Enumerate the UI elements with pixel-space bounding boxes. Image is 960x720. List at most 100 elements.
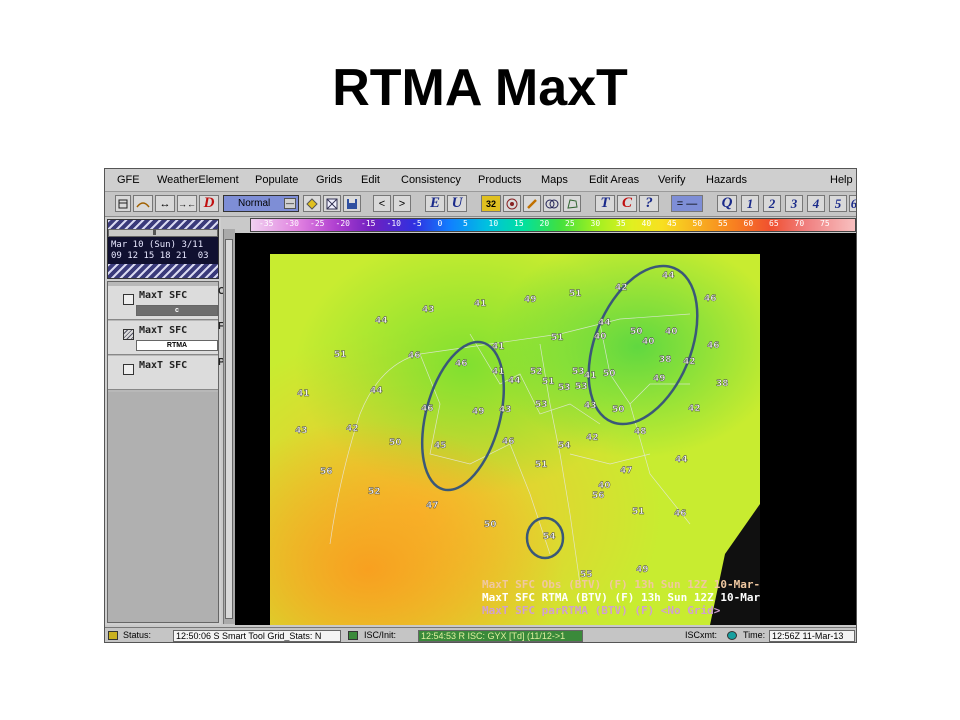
u-button[interactable]: U (447, 195, 467, 212)
grid-item-obs[interactable]: MaxT SFC c (108, 286, 218, 320)
station-value: 53 (575, 382, 588, 392)
vector-tool-button[interactable] (543, 195, 561, 212)
station-value: 48 (634, 427, 647, 437)
menu-weatherelement[interactable]: WeatherElement (157, 174, 239, 186)
isc-xmt-indicator-icon[interactable] (727, 631, 737, 640)
diamond-tool-button[interactable] (303, 195, 321, 212)
menu-grids[interactable]: Grids (316, 174, 342, 186)
t-button[interactable]: T (595, 195, 615, 212)
equals-icon: = — (676, 197, 698, 210)
menu-help[interactable]: Help (830, 174, 853, 186)
isc-init-label: ISC/Init: (364, 630, 397, 640)
preset-2-button[interactable]: 2 (763, 195, 781, 212)
grid-checkbox[interactable] (123, 294, 134, 305)
temperature-color-bar[interactable]: -35 -30 -25 -20 -15 -10 -5 0 5 10 15 20 25 30 35 40 45 50… (250, 218, 856, 232)
menu-maps[interactable]: Maps (541, 174, 568, 186)
station-value: 43 (584, 401, 597, 411)
preset-6-button[interactable]: 6 (849, 195, 856, 212)
select-tool-button[interactable] (115, 195, 131, 212)
grid-item-parrtma[interactable]: MaxT SFC (108, 356, 218, 390)
station-value: 42 (346, 424, 359, 434)
preset-5-button[interactable]: 5 (829, 195, 847, 212)
contour-tool-button[interactable] (133, 195, 153, 212)
grid-manager-panel: Mar 10 (Sun) 3/11 09 12 15 18 21 03 MaxT… (105, 217, 221, 625)
warm-region-south (270, 254, 760, 625)
menu-products[interactable]: Products (478, 174, 521, 186)
equals-select[interactable]: = — (671, 195, 703, 212)
adjust-tool-button[interactable]: →← (177, 195, 197, 212)
station-value: 47 (426, 501, 439, 511)
help-button[interactable]: ? (639, 195, 659, 212)
menu-bar: GFE WeatherElement Populate Grids Edit C… (105, 169, 856, 192)
color-bar-label: -30 (284, 219, 299, 228)
menu-populate[interactable]: Populate (255, 174, 298, 186)
crossed-circles-icon (545, 199, 559, 208)
station-value: 40 (598, 481, 611, 491)
station-value: 53 (535, 400, 548, 410)
station-value: 38 (659, 355, 672, 365)
edit-mode-value: Normal (238, 198, 271, 209)
floppy-disk-icon (347, 198, 357, 209)
station-value: 44 (598, 318, 611, 328)
scrollbar-thumb[interactable] (225, 239, 233, 619)
edit-mode-select[interactable]: Normal — (223, 195, 299, 212)
next-button[interactable]: > (393, 195, 411, 212)
menu-edit[interactable]: Edit (361, 174, 380, 186)
pencil-width-button[interactable]: 32 (481, 195, 501, 212)
pencil-tool-button[interactable] (523, 195, 541, 212)
save-button[interactable] (343, 195, 361, 212)
grid-checkbox[interactable] (123, 329, 134, 340)
station-value: 46 (421, 404, 434, 414)
lock-grid-button[interactable] (323, 195, 341, 212)
station-value: 46 (408, 351, 421, 361)
isc-init-message[interactable]: 12:54:53 R ISC: GYX [Td] (11/12->1 (418, 630, 583, 642)
grid-label: MaxT SFC (139, 290, 188, 301)
poly-tool-button[interactable] (563, 195, 581, 212)
station-value: 49 (653, 374, 666, 384)
timeline-hours: 09 12 15 18 21 03 (111, 251, 209, 261)
station-value: 50 (612, 405, 625, 415)
time-value: 12:56Z 11-Mar-13 (769, 630, 855, 642)
temperature-grid-map[interactable]: 444251 4649414344 4450 4051 40 404151 46464638… (270, 254, 760, 625)
station-value: 43 (295, 426, 308, 436)
previous-button[interactable]: < (373, 195, 391, 212)
preset-3-button[interactable]: 3 (785, 195, 803, 212)
station-value: 51 (551, 333, 564, 343)
map-display[interactable]: 44 42 51 46 49 41 43 44 44 50 40 51 40 40 41 51 46 46 46 38… (235, 233, 856, 625)
preset-1-button[interactable]: 1 (741, 195, 759, 212)
station-value: 46 (455, 359, 468, 369)
color-bar-label: 40 (641, 219, 652, 228)
grid-item-rtma[interactable]: MaxT SFC RTMA (108, 321, 218, 355)
e-button[interactable]: E (425, 195, 445, 212)
station-value: 44 (375, 316, 388, 326)
grid-label: MaxT SFC (139, 325, 188, 336)
color-bar-label: 20 (539, 219, 550, 228)
color-bar-label: 70 (794, 219, 805, 228)
menu-edit-areas[interactable]: Edit Areas (589, 174, 639, 186)
menu-gfe[interactable]: GFE (117, 174, 140, 186)
move-tool-button[interactable]: ↔ (155, 195, 175, 212)
time-slider[interactable] (108, 229, 218, 237)
menu-verify[interactable]: Verify (658, 174, 686, 186)
preset-4-button[interactable]: 4 (807, 195, 825, 212)
station-value: 45 (434, 441, 447, 451)
station-value: 51 (569, 289, 582, 299)
d-button[interactable]: D (199, 195, 219, 212)
grid-manager-scrollbar[interactable] (223, 229, 235, 624)
isc-init-led-icon (348, 631, 358, 640)
time-scale[interactable]: Mar 10 (Sun) 3/11 09 12 15 18 21 03 (107, 219, 219, 279)
menu-consistency[interactable]: Consistency (401, 174, 461, 186)
q-button[interactable]: Q (717, 195, 737, 212)
target-tool-button[interactable] (503, 195, 521, 212)
station-value: 51 (334, 350, 347, 360)
station-value: 41 (474, 299, 487, 309)
status-message[interactable]: 12:50:06 S Smart Tool Grid_Stats: N (173, 630, 341, 642)
station-value: 46 (704, 294, 717, 304)
menu-hazards[interactable]: Hazards (706, 174, 747, 186)
station-value: 41 (492, 367, 505, 377)
color-bar-label: 65 (769, 219, 779, 228)
grid-checkbox[interactable] (123, 364, 134, 375)
station-value: 44 (675, 455, 688, 465)
c-button[interactable]: C (617, 195, 637, 212)
color-bar-label: 50 (692, 219, 703, 228)
